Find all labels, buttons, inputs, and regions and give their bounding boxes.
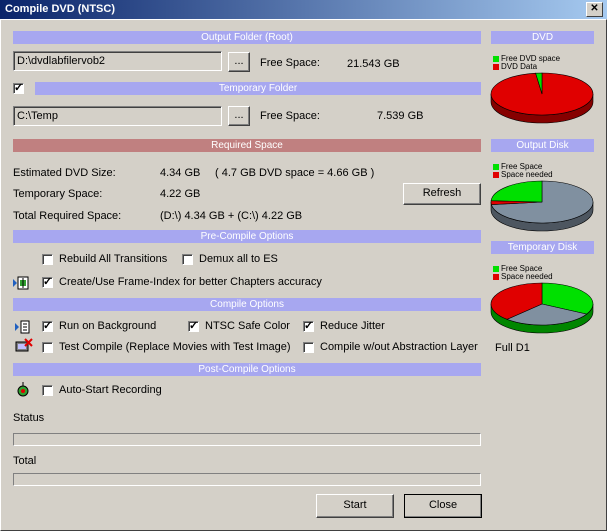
output-disk-pie-chart bbox=[490, 180, 594, 232]
red-swatch bbox=[493, 273, 499, 280]
title-bar: Compile DVD (NTSC) ✕ bbox=[0, 0, 607, 19]
output-free-slice bbox=[490, 180, 543, 203]
quality-label: Full D1 bbox=[495, 342, 530, 354]
output-legend-needed: Space needed bbox=[493, 170, 553, 179]
ntsc-safe-label: NTSC Safe Color bbox=[205, 320, 290, 332]
record-icon bbox=[16, 381, 30, 397]
estimated-size-label: Estimated DVD Size: bbox=[13, 167, 116, 179]
green-swatch bbox=[493, 55, 499, 62]
section-temp-folder: Temporary Folder bbox=[35, 82, 481, 95]
section-postcompile: Post-Compile Options bbox=[13, 363, 481, 376]
output-browse-button[interactable]: ... bbox=[228, 52, 250, 72]
dvd-panel-header: DVD bbox=[491, 31, 594, 44]
output-disk-panel-header: Output Disk bbox=[491, 139, 594, 152]
frame-index-checkbox[interactable]: ✓ bbox=[42, 277, 53, 288]
dvd-legend-data: DVD Data bbox=[493, 62, 537, 71]
total-label: Total bbox=[13, 455, 37, 467]
temp-disk-pie-chart bbox=[490, 282, 594, 334]
section-output-folder: Output Folder (Root) bbox=[13, 31, 481, 44]
temp-space-value: 4.22 GB bbox=[160, 188, 201, 200]
checkmark-icon: ✓ bbox=[14, 82, 24, 94]
rebuild-transitions-checkbox[interactable] bbox=[42, 254, 53, 265]
run-background-checkbox[interactable]: ✓ bbox=[42, 321, 53, 332]
reduce-jitter-checkbox[interactable]: ✓ bbox=[303, 321, 314, 332]
rebuild-transitions-label: Rebuild All Transitions bbox=[59, 253, 168, 265]
temp-free-value: 7.539 GB bbox=[377, 110, 424, 122]
temp-legend-needed: Space needed bbox=[493, 272, 553, 281]
dvd-legend-data-text: DVD Data bbox=[501, 62, 538, 71]
no-abstraction-checkbox[interactable] bbox=[303, 342, 314, 353]
close-window-button[interactable]: ✕ bbox=[586, 2, 603, 17]
checkmark-icon: ✓ bbox=[43, 320, 53, 332]
temp-space-label: Temporary Space: bbox=[13, 188, 103, 200]
total-space-value: (D:\) 4.34 GB + (C:\) 4.22 GB bbox=[160, 210, 303, 222]
output-folder-input[interactable]: D:\dvdlabfilervob2 bbox=[13, 51, 222, 71]
no-abstraction-label: Compile w/out Abstraction Layer bbox=[320, 341, 478, 353]
temp-browse-button[interactable]: ... bbox=[228, 106, 250, 126]
estimated-size-note: ( 4.7 GB DVD space = 4.66 GB ) bbox=[215, 167, 375, 179]
output-free-value: 21.543 GB bbox=[347, 58, 400, 70]
temp-disk-panel-header: Temporary Disk bbox=[491, 241, 594, 254]
checkmark-icon: ✓ bbox=[189, 320, 199, 332]
demux-es-label: Demux all to ES bbox=[199, 253, 278, 265]
section-compile: Compile Options bbox=[13, 298, 481, 311]
total-space-label: Total Required Space: bbox=[13, 210, 122, 222]
output-legend-needed-text: Space needed bbox=[501, 170, 553, 179]
temp-legend-needed-text: Space needed bbox=[501, 272, 553, 281]
temp-free-label: Free Space: bbox=[260, 110, 320, 122]
status-label: Status bbox=[13, 412, 45, 424]
output-free-label: Free Space: bbox=[260, 57, 320, 69]
film-index-icon bbox=[13, 276, 29, 290]
start-button[interactable]: Start bbox=[316, 494, 394, 518]
total-progress-bar bbox=[13, 473, 481, 486]
auto-start-label: Auto-Start Recording bbox=[59, 384, 162, 396]
window-title: Compile DVD (NTSC) bbox=[5, 3, 115, 15]
estimated-size-value: 4.34 GB bbox=[160, 167, 201, 179]
dvd-pie-chart bbox=[490, 72, 594, 124]
auto-start-checkbox[interactable] bbox=[42, 385, 53, 396]
close-button[interactable]: Close bbox=[404, 494, 482, 518]
refresh-button[interactable]: Refresh bbox=[403, 183, 481, 205]
green-swatch bbox=[493, 163, 499, 170]
checkmark-icon: ✓ bbox=[43, 276, 53, 288]
checkmark-icon: ✓ bbox=[304, 320, 314, 332]
reduce-jitter-label: Reduce Jitter bbox=[320, 320, 385, 332]
red-swatch bbox=[493, 63, 499, 70]
run-background-label: Run on Background bbox=[59, 320, 157, 332]
frame-index-label: Create/Use Frame-Index for better Chapte… bbox=[59, 276, 322, 288]
demux-es-checkbox[interactable] bbox=[182, 254, 193, 265]
ntsc-safe-checkbox[interactable]: ✓ bbox=[188, 321, 199, 332]
red-swatch bbox=[493, 171, 499, 178]
section-required-space: Required Space bbox=[13, 139, 481, 152]
test-compile-icon bbox=[15, 338, 33, 354]
green-swatch bbox=[493, 265, 499, 272]
section-precompile: Pre-Compile Options bbox=[13, 230, 481, 243]
background-run-icon bbox=[15, 320, 31, 334]
temp-folder-checkbox[interactable]: ✓ bbox=[13, 83, 24, 94]
test-compile-checkbox[interactable] bbox=[42, 342, 53, 353]
test-compile-label: Test Compile (Replace Movies with Test I… bbox=[59, 341, 291, 353]
temp-folder-input[interactable]: C:\Temp bbox=[13, 106, 222, 126]
status-progress-bar bbox=[13, 433, 481, 446]
